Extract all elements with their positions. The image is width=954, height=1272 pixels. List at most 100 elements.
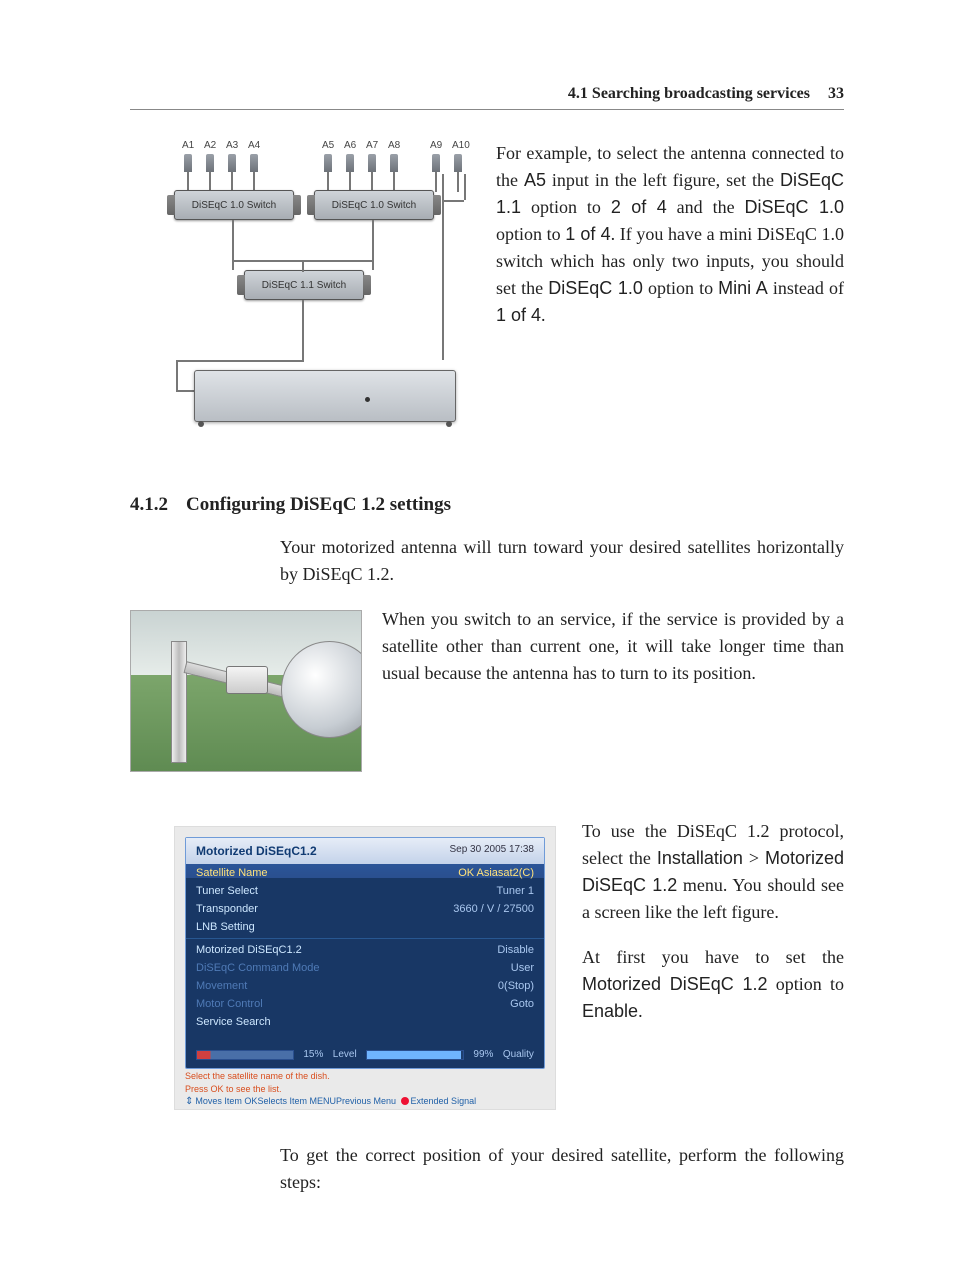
running-header: 4.1 Searching broadcasting services 33 [130,85,844,110]
text: option to [643,278,718,298]
lnb-icon [250,154,258,172]
osd-row-motorized: Motorized DiSEqC1.2 Disable [186,941,544,959]
paragraph-switch-service: When you switch to an service, if the se… [382,606,844,687]
text-sans: DiSEqC 1.0 [745,197,844,217]
lnb-icon [432,154,440,172]
lnb-icon [390,154,398,172]
cable [442,200,444,360]
lnb-icon [228,154,236,172]
osd-separator [186,938,544,939]
paragraph-use-protocol: To use the DiSEqC 1.2 protocol, select t… [582,818,844,926]
osd-value: Disable [497,944,534,956]
updown-icon: ⇕ [185,1096,193,1107]
cable [464,174,466,200]
cable [302,260,304,272]
ok-key-icon: OK [244,1096,257,1106]
text: input in the left figure, set the [546,170,780,190]
text: option to [521,197,611,217]
quality-bar-icon [366,1050,464,1060]
subheading-4-1-2: 4.1.2 Configuring DiSEqC 1.2 settings [130,494,844,516]
text-sans: A5 [524,170,546,190]
cable [176,360,304,362]
osd-value: 0(Stop) [498,980,534,992]
dish-pole-icon [171,641,187,763]
lnb-icon [454,154,462,172]
text: > [743,848,765,868]
text: Previous Menu [336,1096,396,1106]
text: . [541,305,546,325]
label-a6: A6 [344,140,356,151]
receiver-icon [194,370,456,422]
osd-row-motorcontrol: Motor Control Goto [186,995,544,1013]
osd-help-line2: Press OK to see the list. [185,1082,545,1095]
cable [176,390,194,392]
text-sans: 1 of 4 [565,224,610,244]
diseqc11-switch: DiSEqC 1.1 Switch [244,270,364,300]
text: option to [768,974,844,994]
osd-row-cmdmode: DiSEqC Command Mode User [186,959,544,977]
level-bar-icon [196,1050,294,1060]
osd-label: Motor Control [196,998,263,1010]
motorized-dish-photo [130,610,362,772]
osd-screenshot: Motorized DiSEqC1.2 Sep 30 2005 17:38 Sa… [174,826,556,1110]
label-a10: A10 [452,140,470,151]
osd-help-line1: Select the satellite name of the dish. [185,1069,545,1082]
lnb-icon [184,154,192,172]
osd-row-movement: Movement 0(Stop) [186,977,544,995]
paragraph-intro-12: Your motorized antenna will turn toward … [280,534,844,588]
lnb-icon [206,154,214,172]
osd-row-transponder: Transponder 3660 / V / 27500 [186,900,544,918]
quality-label: Quality [503,1049,534,1060]
text: . [638,1001,643,1021]
text-sans: DiSEqC 1.0 [548,278,643,298]
osd-row-lnb: LNB Setting [186,918,544,936]
osd-titlebar: Motorized DiSEqC1.2 Sep 30 2005 17:38 [186,838,544,864]
text-sans: 1 of 4 [496,305,541,325]
osd-value: User [511,962,534,974]
text-sans: Enable [582,1001,638,1021]
text: Selects Item [257,1096,307,1106]
receiver-led-icon [365,397,370,402]
osd-label: Movement [196,980,247,992]
cable [442,174,444,200]
diseqc10-switch-a: DiSEqC 1.0 Switch [174,190,294,220]
level-pct: 15% [303,1049,323,1060]
osd-row-servicesearch: Service Search [186,1013,544,1031]
dish-motor-icon [226,666,268,694]
label-a2: A2 [204,140,216,151]
label-a1: A1 [182,140,194,151]
text: At first you have to set the [582,947,844,967]
text: instead of [768,278,844,298]
lnb-icon [368,154,376,172]
osd-label: Satellite Name [196,867,268,879]
osd-value: Goto [510,998,534,1010]
diseqc10-switch-b: DiSEqC 1.0 Switch [314,190,434,220]
text: option to [496,224,565,244]
lnb-icon [324,154,332,172]
subheading-number: 4.1.2 [130,494,168,515]
red-key-icon [401,1097,409,1105]
text: and the [667,197,745,217]
header-page-number: 33 [828,85,844,102]
cable [176,360,178,390]
cable [232,220,234,270]
diseqc-switch-diagram: A1 A2 A3 A4 A5 A6 A7 A8 A9 A10 DiSEqC 1.… [174,140,474,450]
subheading-title: Configuring DiSEqC 1.2 settings [186,494,451,515]
osd-row-satellite: Satellite Name OK Asiasat2(C) [186,864,544,882]
osd-label: Transponder [196,903,258,915]
text-sans: Mini A [718,278,768,298]
label-a8: A8 [388,140,400,151]
text-sans: Installation [657,848,743,868]
osd-signal-bars: 15% Level 99% Quality [186,1043,544,1068]
paragraph-steps-intro: To get the correct position of your desi… [280,1142,844,1196]
quality-pct: 99% [473,1049,493,1060]
header-section: 4.1 Searching broadcasting services [568,85,810,102]
osd-help-keys: ⇕Moves Item OKSelects Item MENUPrevious … [185,1096,545,1107]
label-a9: A9 [430,140,442,151]
label-a7: A7 [366,140,378,151]
osd-label: Tuner Select [196,885,258,897]
osd-value: 3660 / V / 27500 [453,903,534,915]
label-a3: A3 [226,140,238,151]
text: Extended Signal [411,1096,477,1106]
label-a4: A4 [248,140,260,151]
